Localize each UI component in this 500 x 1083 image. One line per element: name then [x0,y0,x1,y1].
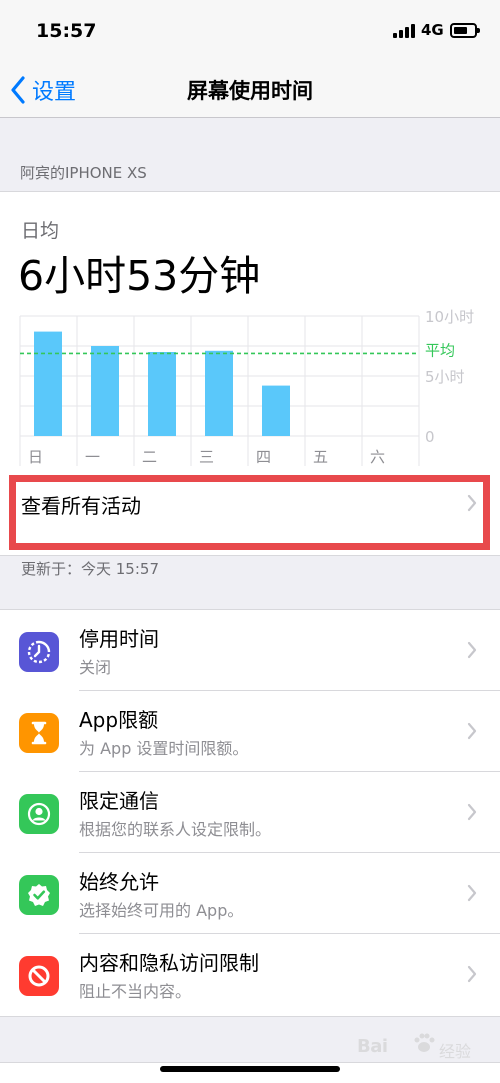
list-item-title: App限额 [79,708,159,732]
x-tick-label: 一 [85,448,100,466]
list-item-downtime[interactable]: 停用时间 关闭 [0,610,500,691]
chart-bar [148,352,176,436]
x-tick-label: 六 [370,448,385,466]
hourglass-icon [19,713,59,753]
chart-bar [91,346,119,436]
watermark-logo: Bai 经验 [357,1030,477,1064]
daily-average-label: 日均 [21,220,60,242]
average-label: 平均 [425,341,455,359]
chart-bar [205,350,233,436]
device-header: 阿宾的IPHONE XS [20,164,147,182]
x-tick-label: 四 [256,448,271,466]
list-item-subtitle: 选择始终可用的 App。 [79,901,244,920]
battery-icon [450,23,480,38]
list-item-communication-limits[interactable]: 限定通信 根据您的联系人设定限制。 [0,772,500,853]
restriction-icon [19,956,59,996]
navigation-bar: 设置 屏幕使用时间 [0,62,500,118]
chevron-right-icon [467,803,477,821]
network-type: 4G [421,21,444,39]
list-item-subtitle: 阻止不当内容。 [79,982,192,1001]
watermark-text: Bai [357,1036,388,1057]
chart-bar [262,385,290,436]
watermark-subtext: 经验 [439,1042,472,1061]
chevron-right-icon [467,965,477,983]
chevron-right-icon [467,641,477,659]
cellular-signal-icon [393,24,415,38]
page-title: 屏幕使用时间 [187,79,313,103]
list-item-subtitle: 根据您的联系人设定限制。 [79,820,272,839]
contact-icon [19,794,59,834]
list-item-subtitle: 为 App 设置时间限额。 [79,739,249,758]
x-tick-label: 五 [313,448,328,466]
y-tick-label: 5小时 [425,368,465,386]
y-tick-label: 0 [425,428,435,446]
chevron-right-icon [467,884,477,902]
updated-timestamp: 更新于：今天 15:57 [21,560,159,578]
chart-bar [34,331,62,436]
list-item-subtitle: 关闭 [79,658,112,677]
chevron-right-icon [467,722,477,740]
list-item-content-privacy[interactable]: 内容和隐私访问限制 阻止不当内容。 [0,934,500,1015]
downtime-icon [19,632,59,672]
usage-bar-chart[interactable]: 日 一 二 三 四 五 六 10小时 5小时 0 平均 [0,302,500,472]
status-time: 15:57 [36,20,97,42]
list-item-title: 限定通信 [79,789,159,813]
paw-icon [414,1033,435,1052]
x-tick-label: 二 [142,448,157,466]
checkmark-seal-icon [19,875,59,915]
status-bar: 15:57 4G [0,0,500,62]
list-item-title: 停用时间 [79,627,159,651]
list-item-title: 内容和隐私访问限制 [79,951,259,975]
settings-list: 停用时间 关闭 App限额 为 App 设置时间限额。 限定通信 根据您的联系人… [0,609,500,1017]
x-tick-label: 日 [28,448,43,466]
list-item-app-limits[interactable]: App限额 为 App 设置时间限额。 [0,691,500,772]
list-item-always-allowed[interactable]: 始终允许 选择始终可用的 App。 [0,853,500,934]
highlight-annotation-box [9,475,490,550]
home-indicator[interactable] [160,1066,340,1072]
daily-average-value[interactable]: 6小时53分钟 [18,242,260,302]
x-tick-label: 三 [199,448,214,466]
y-tick-label: 10小时 [425,308,474,326]
list-item-title: 始终允许 [79,870,159,894]
